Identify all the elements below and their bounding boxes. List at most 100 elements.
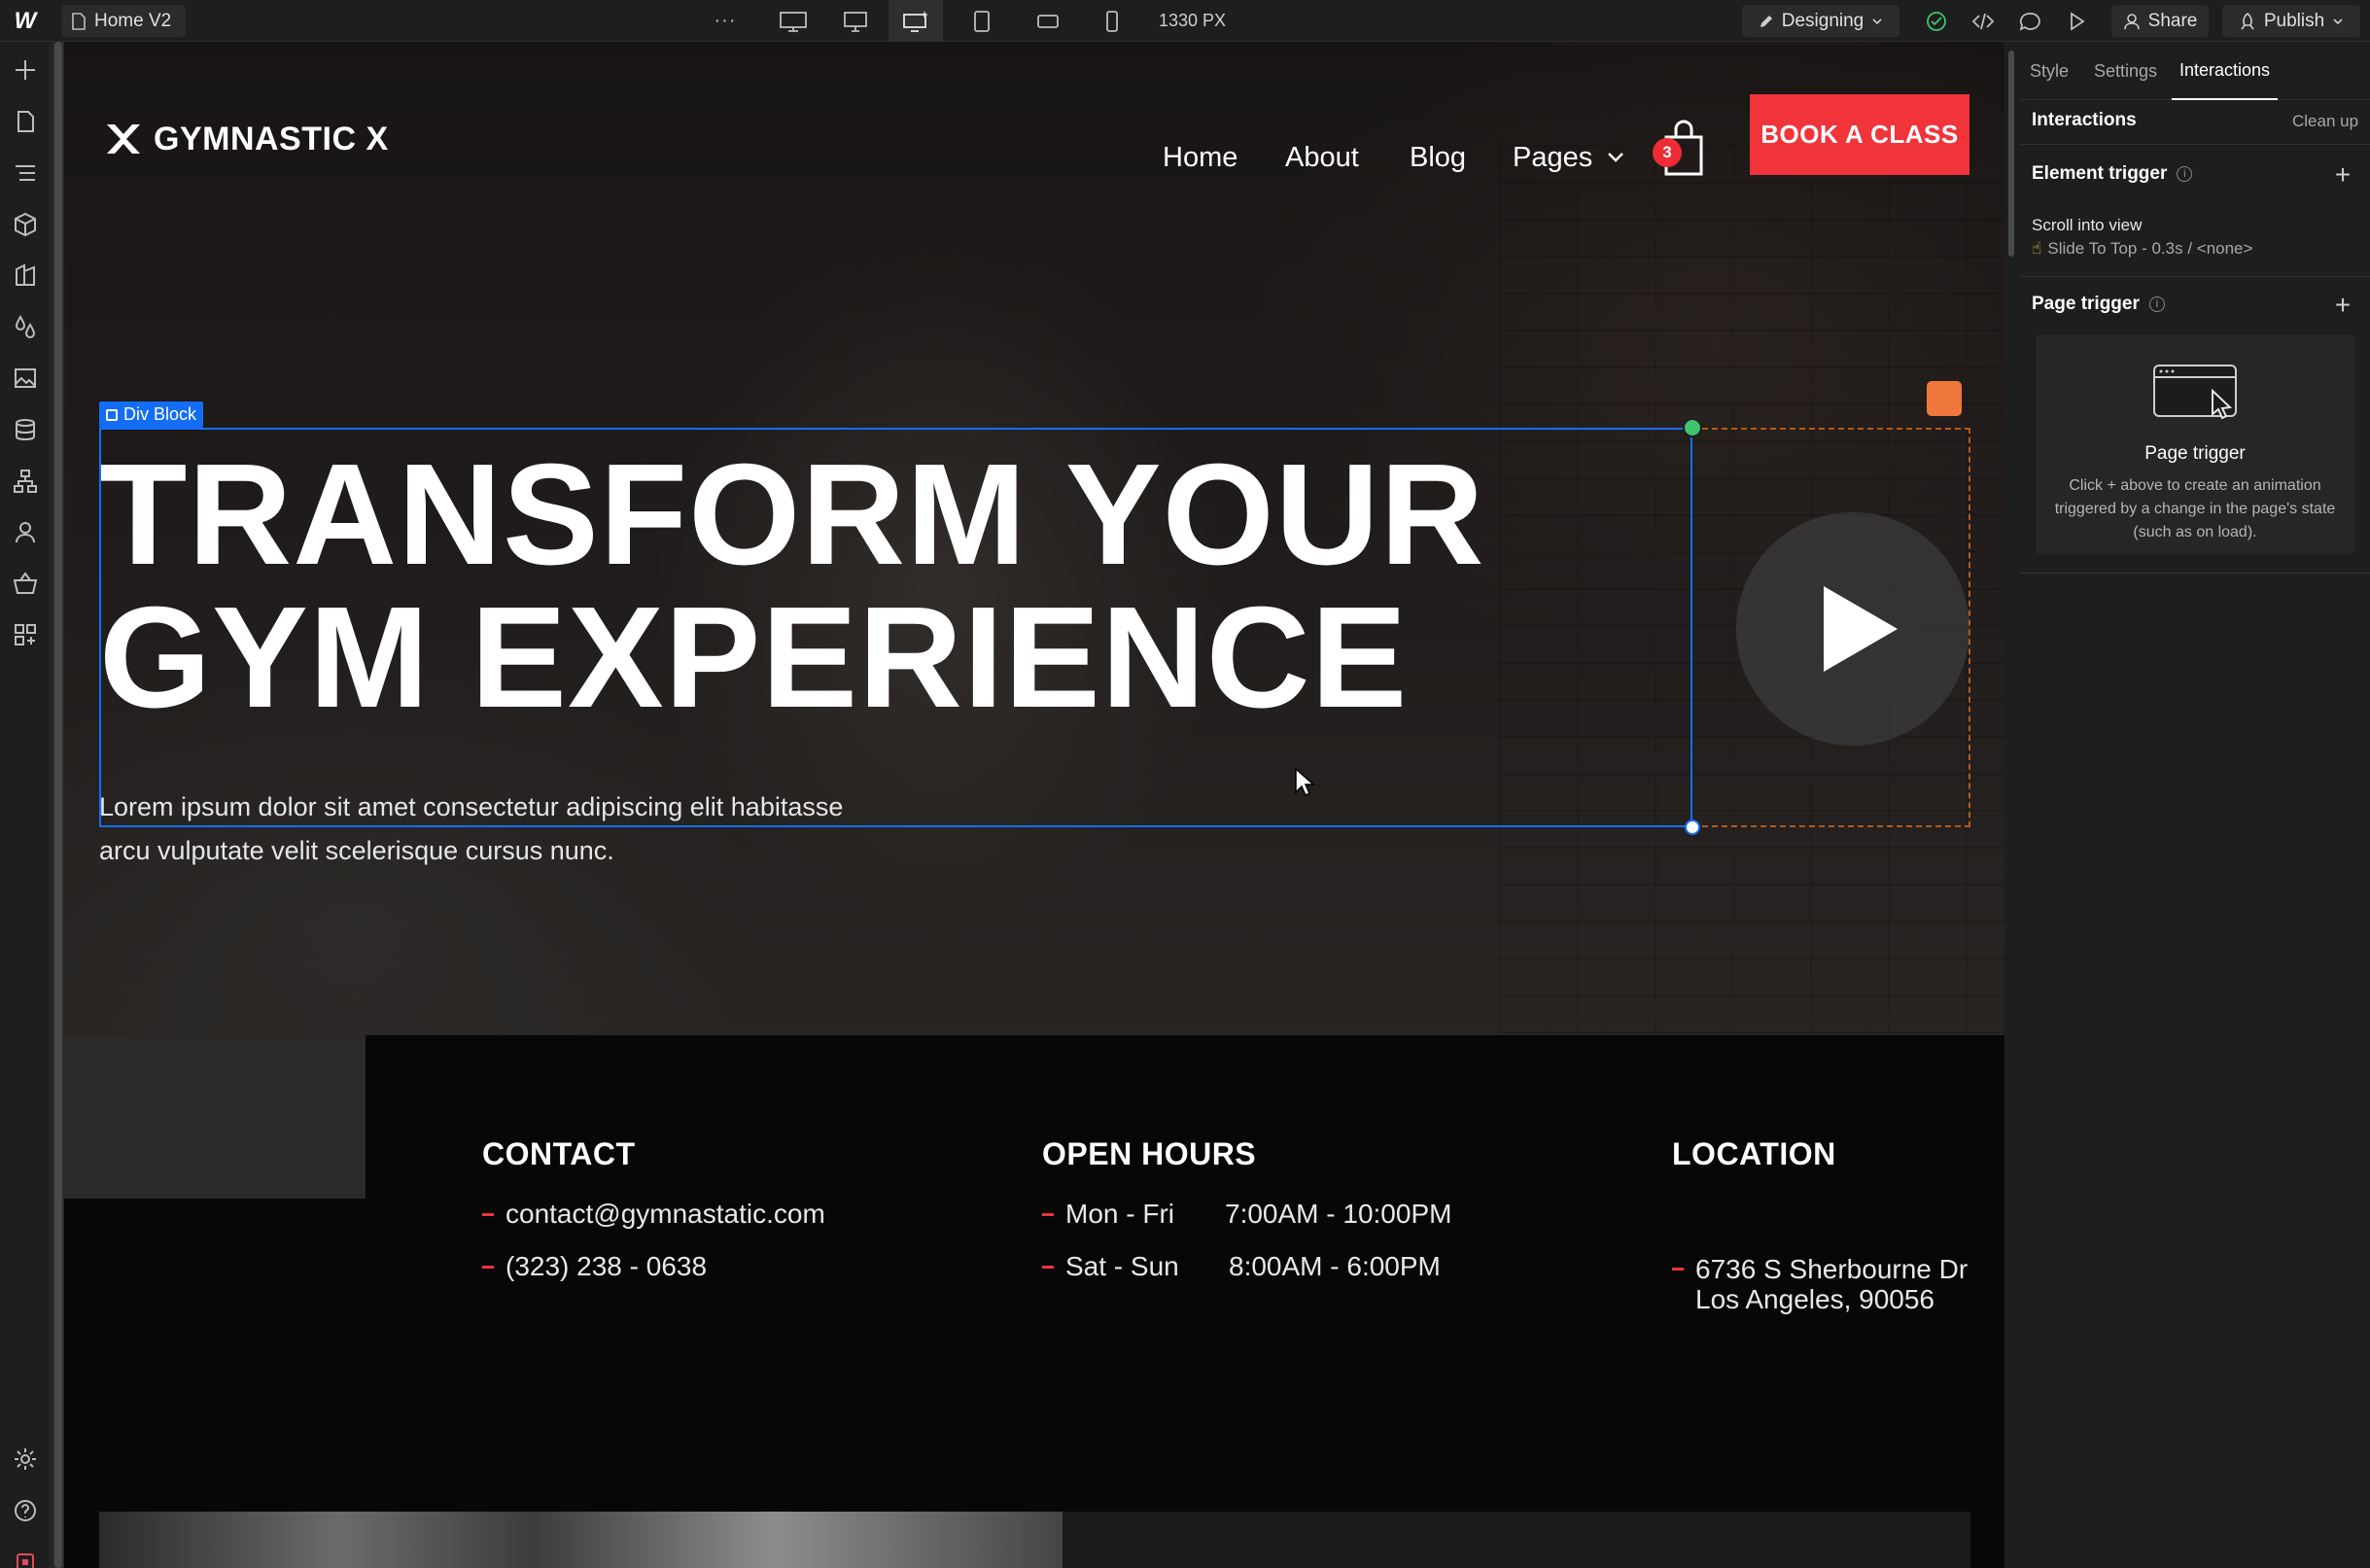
book-a-class-button[interactable]: BOOK A CLASS: [1750, 94, 1969, 175]
open-hours-heading: OPEN HOURS: [1042, 1136, 1257, 1171]
hours-row: Mon - Fri 7:00AM - 10:00PM: [1042, 1195, 1451, 1234]
publish-button[interactable]: Publish: [2222, 5, 2360, 37]
element-trigger-title: Element trigger i: [2032, 163, 2193, 185]
components-cube-icon[interactable]: [0, 201, 51, 248]
add-page-trigger-plus-icon[interactable]: +: [2331, 292, 2354, 319]
page-trigger-card-description: Click + above to create an animation tri…: [2054, 477, 2336, 540]
nav-link-blog[interactable]: Blog: [1410, 135, 1466, 180]
publish-status-check-icon[interactable]: [1917, 0, 1956, 42]
pages-icon[interactable]: [0, 98, 51, 145]
cart-count-badge: 3: [1653, 138, 1682, 167]
hero-paragraph-line-2: arcu vulputate velit scelerisque cursus …: [99, 836, 614, 865]
add-element-trigger-plus-icon[interactable]: +: [2331, 161, 2354, 189]
element-trigger-label: Element trigger: [2032, 163, 2168, 184]
selected-element-name: Div Block: [123, 404, 197, 424]
site-logo[interactable]: GYMNASTIC X: [101, 116, 389, 162]
record-stop-icon[interactable]: [0, 1539, 51, 1568]
tab-style[interactable]: Style: [2030, 42, 2069, 100]
nav-dropdown-pages[interactable]: Pages: [1513, 135, 1625, 180]
left-toolbar: [0, 42, 51, 1568]
chevron-down-icon: [1608, 153, 1624, 162]
breakpoint-tablet-icon[interactable]: [955, 0, 1009, 42]
tab-settings[interactable]: Settings: [2094, 42, 2157, 100]
address-line-1: 6736 S Sherbourne Dr: [1695, 1254, 1969, 1284]
add-elements-plus-icon[interactable]: [0, 47, 51, 93]
breakpoint-landscape-icon[interactable]: [1021, 0, 1075, 42]
nav-pages-label: Pages: [1513, 141, 1593, 173]
selected-element-label[interactable]: Div Block: [99, 401, 204, 428]
user-icon: [2123, 13, 2140, 29]
div-block-icon: [106, 408, 118, 421]
gymnastic-x-logo-icon: [107, 124, 140, 154]
nav-link-about[interactable]: About: [1285, 135, 1359, 180]
style-selectors-icon[interactable]: [0, 252, 51, 298]
hours-days: Mon - Fri: [1065, 1199, 1174, 1229]
page-selector[interactable]: Home V2: [61, 5, 186, 37]
clean-up-link[interactable]: Clean up: [2292, 112, 2358, 131]
mouse-pointer-icon: [1295, 767, 1315, 797]
breakpoint-desktop-large-icon[interactable]: [766, 0, 820, 42]
bullet-dash: [1042, 1265, 1054, 1269]
breakpoint-mobile-icon[interactable]: [1085, 0, 1139, 42]
help-question-icon[interactable]: [0, 1487, 51, 1534]
logic-flow-icon[interactable]: [0, 458, 51, 505]
contact-heading: CONTACT: [482, 1136, 636, 1171]
panel-scrollbar[interactable]: [2008, 51, 2014, 257]
sibling-hover-outline: [1692, 428, 1970, 827]
info-icon[interactable]: i: [2148, 296, 2165, 312]
location-address[interactable]: 6736 S Sherbourne Dr Los Angeles, 90056: [1672, 1254, 1968, 1314]
contact-email-text: contact@gymnastatic.com: [505, 1199, 825, 1229]
publish-label: Publish: [2263, 10, 2325, 31]
interaction-badge-icon[interactable]: [1927, 381, 1962, 416]
settings-gear-icon[interactable]: [0, 1436, 51, 1482]
contact-phone[interactable]: (323) 238 - 0638: [482, 1247, 707, 1286]
next-section-panel: [1063, 1512, 1970, 1568]
share-button[interactable]: Share: [2111, 5, 2209, 37]
interactions-title: Interactions: [2032, 110, 2137, 130]
hours-days: Sat - Sun: [1065, 1251, 1179, 1281]
element-trigger-item[interactable]: ☝ Slide To Top - 0.3s / <none>: [2032, 239, 2252, 259]
variables-drops-icon[interactable]: [0, 303, 51, 350]
assets-image-icon[interactable]: [0, 355, 51, 401]
info-band-image-strip: [64, 1035, 366, 1199]
element-trigger-item-title[interactable]: Scroll into view: [2032, 216, 2142, 235]
info-icon[interactable]: i: [2177, 165, 2193, 182]
webflow-logo-icon[interactable]: W: [0, 0, 51, 42]
hand-pointer-icon: ☝: [2032, 239, 2042, 258]
mode-switcher[interactable]: Designing: [1742, 5, 1899, 37]
breakpoint-desktop-icon[interactable]: [828, 0, 883, 42]
selection-resize-handle[interactable]: [1685, 819, 1700, 835]
page-trigger-card-title: Page trigger: [2144, 443, 2246, 464]
comments-icon[interactable]: [2010, 0, 2049, 42]
divider: [2020, 573, 2370, 574]
page-name: Home V2: [94, 10, 172, 31]
nav-link-home[interactable]: Home: [1163, 135, 1237, 180]
breakpoint-base-icon[interactable]: [889, 0, 943, 42]
tab-interactions[interactable]: Interactions: [2172, 42, 2279, 100]
canvas-width-readout: 1330 PX: [1159, 11, 1227, 30]
cms-database-icon[interactable]: [0, 406, 51, 453]
canvas-scrollbar-thumb[interactable]: [54, 42, 62, 1568]
hours-time: 7:00AM - 10:00PM: [1225, 1199, 1452, 1229]
mode-label: Designing: [1781, 10, 1865, 31]
right-panel: [2004, 42, 2370, 1568]
bullet-dash: [482, 1265, 494, 1269]
users-icon[interactable]: [0, 508, 51, 555]
panel-tabs: Style Settings Interactions: [2020, 42, 2370, 100]
selection-move-handle[interactable]: [1683, 418, 1702, 437]
bullet-dash: [1042, 1212, 1054, 1216]
code-icon[interactable]: [1964, 0, 2003, 42]
apps-grid-icon[interactable]: [0, 611, 51, 658]
selection-outline: [99, 428, 1692, 827]
more-options-icon[interactable]: ···: [710, 0, 741, 42]
navigator-icon[interactable]: [0, 150, 51, 196]
ecommerce-basket-icon[interactable]: [0, 560, 51, 607]
preview-play-icon[interactable]: [2057, 0, 2096, 42]
hours-time: 8:00AM - 6:00PM: [1229, 1251, 1441, 1281]
contact-email[interactable]: contact@gymnastatic.com: [482, 1195, 825, 1234]
top-toolbar: W Home V2 ··· 1330 PX Designing Share Pu…: [0, 0, 2370, 42]
canvas-scrollbar[interactable]: [52, 42, 64, 1568]
hours-row: Sat - Sun 8:00AM - 6:00PM: [1042, 1247, 1441, 1286]
design-canvas[interactable]: GYMNASTIC X Home About Blog Pages 3 BOOK…: [64, 42, 2004, 1568]
trainers-image: [99, 1512, 1063, 1568]
